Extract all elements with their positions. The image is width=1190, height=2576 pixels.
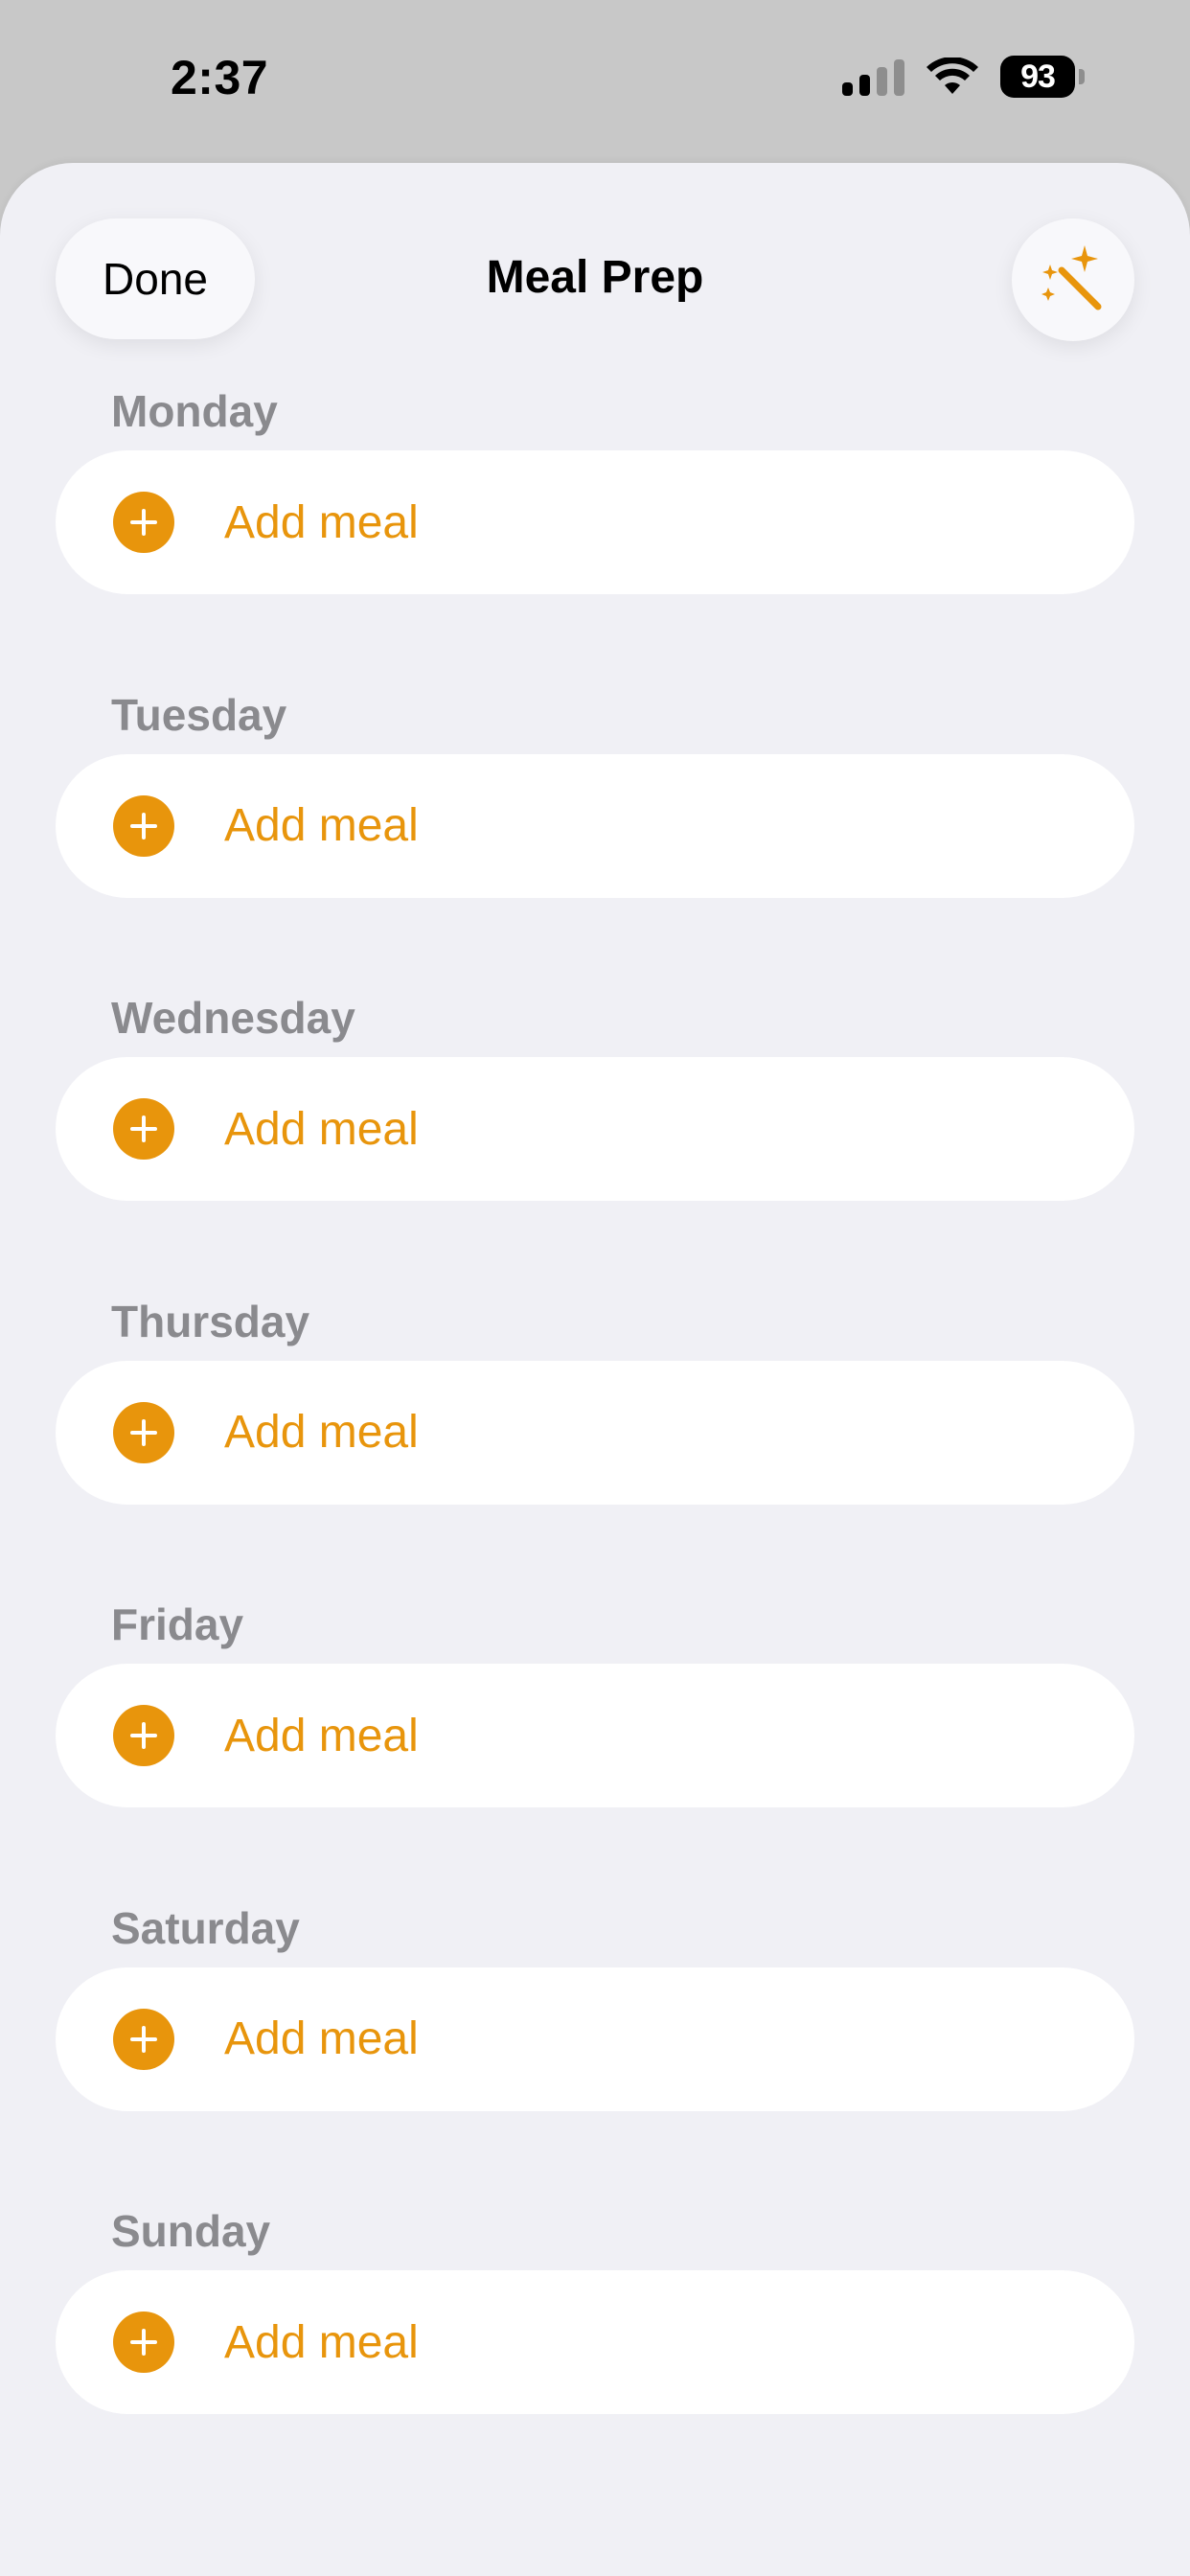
- meal-prep-sheet: Done Meal Prep Monday Add meal Tuesday A…: [0, 163, 1190, 2576]
- status-icons: 93: [842, 56, 1085, 98]
- add-meal-button[interactable]: Add meal: [56, 753, 1134, 898]
- days-list: Monday Add meal Tuesday Add meal Wednesd…: [0, 385, 1190, 2509]
- add-meal-label: Add meal: [224, 1710, 419, 1761]
- status-bar: 2:37 93: [0, 0, 1190, 161]
- add-meal-label: Add meal: [224, 1407, 419, 1458]
- plus-circle-icon: [113, 1098, 174, 1160]
- add-meal-label: Add meal: [224, 1103, 419, 1155]
- day-section-friday: Friday Add meal: [0, 1598, 1190, 1902]
- add-meal-button[interactable]: Add meal: [56, 1057, 1134, 1201]
- plus-circle-icon: [113, 2312, 174, 2373]
- add-meal-button[interactable]: Add meal: [56, 1360, 1134, 1505]
- day-section-sunday: Sunday Add meal: [0, 2205, 1190, 2509]
- day-label: Wednesday: [111, 993, 355, 1043]
- plus-circle-icon: [113, 794, 174, 857]
- plus-circle-icon: [113, 1401, 174, 1463]
- day-label: Friday: [111, 1599, 244, 1649]
- plus-circle-icon: [113, 1705, 174, 1766]
- add-meal-label: Add meal: [224, 2013, 419, 2064]
- add-meal-button[interactable]: Add meal: [56, 450, 1134, 594]
- day-label: Tuesday: [111, 689, 287, 740]
- day-section-thursday: Thursday Add meal: [0, 1296, 1190, 1599]
- add-meal-label: Add meal: [224, 800, 419, 851]
- magic-wand-button[interactable]: [1012, 218, 1134, 341]
- day-label: Monday: [111, 386, 278, 436]
- battery-icon: 93: [1000, 56, 1085, 98]
- magic-wand-icon: [1041, 245, 1102, 310]
- day-section-wednesday: Wednesday Add meal: [0, 992, 1190, 1296]
- day-label: Thursday: [111, 1296, 310, 1346]
- plus-circle-icon: [113, 2008, 174, 2070]
- day-label: Saturday: [111, 1902, 300, 1953]
- day-label: Sunday: [111, 2206, 271, 2256]
- add-meal-button[interactable]: Add meal: [56, 1664, 1134, 1807]
- day-section-saturday: Saturday Add meal: [0, 1902, 1190, 2206]
- wifi-icon: [926, 58, 979, 96]
- day-section-monday: Monday Add meal: [0, 385, 1190, 689]
- add-meal-label: Add meal: [224, 496, 419, 548]
- day-section-tuesday: Tuesday Add meal: [0, 689, 1190, 993]
- add-meal-label: Add meal: [224, 2316, 419, 2368]
- cellular-signal-icon: [842, 58, 904, 96]
- battery-level: 93: [1000, 56, 1075, 98]
- add-meal-button[interactable]: Add meal: [56, 1966, 1134, 2111]
- plus-circle-icon: [113, 492, 174, 553]
- status-time: 2:37: [171, 51, 269, 104]
- add-meal-button[interactable]: Add meal: [56, 2270, 1134, 2414]
